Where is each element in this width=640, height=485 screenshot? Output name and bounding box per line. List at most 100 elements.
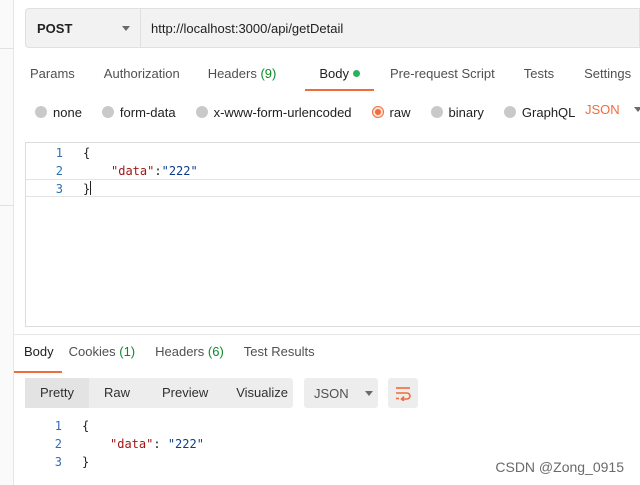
body-type-raw[interactable]: raw [371,104,411,120]
json-key: "data" [111,164,155,178]
radio-label: binary [448,104,484,120]
code-line: 2 "data": "222" [25,435,640,453]
response-tab-headers[interactable]: Headers (6) [155,343,224,367]
response-tab-test-results[interactable]: Test Results [244,343,315,367]
headers-count-badge: (6) [207,344,224,359]
tab-label: Tests [523,66,555,81]
tab-headers[interactable]: Headers (9) [208,64,277,88]
response-view-modes: Pretty Raw Preview Visualize [25,378,293,408]
line-number: 3 [54,455,62,469]
tab-body[interactable]: Body [305,64,374,91]
body-indicator-dot-icon [352,70,360,77]
line-number: 1 [54,419,62,433]
request-tabs: Params Authorization Headers (9) Body Pr… [30,64,631,92]
left-panel-divider [0,205,14,206]
watermark: CSDN @Zong_0915 [495,459,624,475]
code-text: "data":"222" [111,162,198,180]
response-tabs: Body Cookies (1) Headers (6) Test Result… [14,343,315,373]
code-line: 1 { [26,144,640,162]
body-format-label: JSON [585,102,620,117]
chevron-down-icon [633,107,640,112]
view-mode-visualize[interactable]: Visualize [223,378,298,408]
tab-params[interactable]: Params [30,64,75,88]
tab-label: Cookies [68,344,116,359]
line-number: 1 [55,146,63,160]
radio-icon [195,106,208,118]
url-input[interactable]: http://localhost:3000/api/getDetail [140,8,640,48]
line-number: 2 [54,437,62,451]
body-type-none[interactable]: none [35,105,82,120]
tab-label: Settings [584,66,632,81]
radio-icon [503,106,516,118]
tab-label: Pre-request Script [389,66,495,81]
code-line: 2 "data":"222" [26,162,640,180]
body-type-x-www-form-urlencoded[interactable]: x-www-form-urlencoded [195,104,352,120]
code-text: "data": "222" [110,435,204,453]
radio-label: none [53,104,82,120]
request-url-bar: POST http://localhost:3000/api/getDetail [25,8,640,48]
tab-authorization[interactable]: Authorization [104,64,180,88]
text-cursor [90,181,92,195]
radio-icon [430,106,443,118]
response-tab-cookies[interactable]: Cookies (1) [69,343,135,367]
tab-label: Params [30,66,75,81]
tab-label: Body [319,66,349,81]
view-mode-label: Raw [103,385,130,400]
json-separator: : [153,437,168,451]
radio-label: GraphQL [521,104,576,120]
response-format-select[interactable]: JSON [304,378,378,408]
wrap-lines-icon [396,387,411,401]
tab-label: Body [24,344,54,359]
method-select[interactable]: POST [25,8,140,48]
code-text: { [83,146,91,160]
view-mode-pretty[interactable]: Pretty [25,378,89,408]
code-line: 1 { [25,417,640,435]
left-panel-divider [0,48,14,49]
body-type-graphql[interactable]: GraphQL [503,104,576,120]
code-text: } [83,180,92,198]
request-body-editor[interactable]: 1 { 2 "data":"222" 3 } [25,142,640,327]
tab-settings[interactable]: Settings [584,64,631,88]
tab-pre-request-script[interactable]: Pre-request Script [390,64,495,88]
json-key: "data" [110,437,154,451]
method-label: POST [37,20,73,36]
radio-icon [35,106,47,118]
view-mode-label: Pretty [40,385,74,400]
radio-checked-icon [371,106,384,118]
response-tab-body[interactable]: Body [14,343,62,373]
json-separator: : [154,164,162,178]
tab-label: Authorization [103,66,180,81]
line-number: 3 [55,182,63,196]
line-number: 2 [55,164,63,178]
view-mode-label: Preview [161,385,209,400]
radio-label: form-data [119,104,176,120]
body-type-options: none form-data x-www-form-urlencoded raw… [35,102,575,122]
code-line-active: 3 } [26,179,640,197]
response-format-label: JSON [314,385,349,401]
body-format-select[interactable]: JSON [585,102,640,117]
radio-label: x-www-form-urlencoded [213,104,352,120]
view-mode-label: Visualize [236,385,289,400]
tab-label: Test Results [243,344,315,359]
radio-label: raw [389,104,411,120]
code-text: { [82,419,90,433]
chevron-down-icon [122,25,130,31]
body-type-binary[interactable]: binary [430,104,484,120]
url-text: http://localhost:3000/api/getDetail [151,20,344,36]
tab-label: Headers [207,66,257,81]
json-value: "222" [161,164,198,178]
tab-label: Headers [155,344,205,359]
tab-tests[interactable]: Tests [524,64,554,88]
wrap-lines-button[interactable] [388,378,418,408]
code-text: } [82,455,90,469]
left-panel-edge [0,0,14,485]
headers-count-badge: (9) [260,66,277,81]
radio-icon [101,106,114,118]
code-brace: } [83,182,91,196]
body-type-form-data[interactable]: form-data [101,104,176,120]
cookies-count-badge: (1) [119,344,136,359]
view-mode-raw[interactable]: Raw [89,378,145,408]
chevron-down-icon [364,390,373,396]
json-value: "222" [167,437,204,451]
view-mode-preview[interactable]: Preview [145,378,223,408]
